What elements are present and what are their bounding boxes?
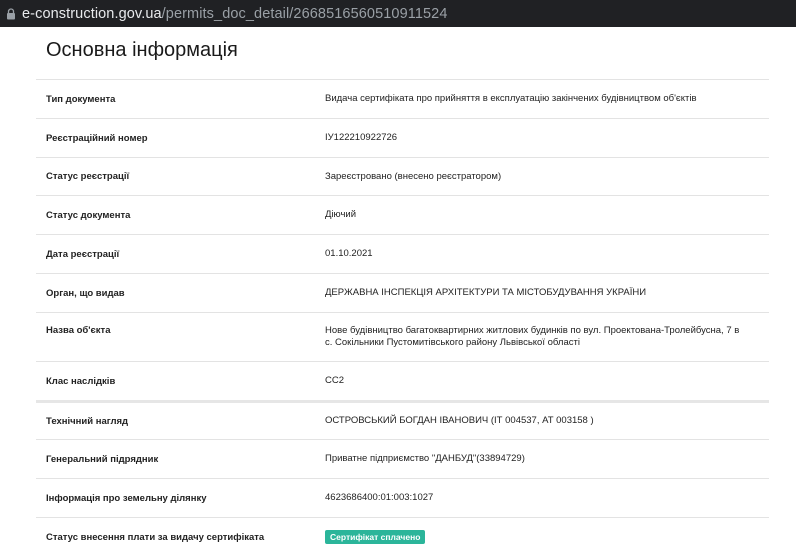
row-value: 01.10.2021 xyxy=(325,248,373,259)
url-host: e-construction.gov.ua xyxy=(22,5,162,22)
row-label: Технічний нагляд xyxy=(46,415,129,427)
row-label: Статус реєстрації xyxy=(46,171,130,182)
table-row: Назва об'єкта Нове будівництво багатоква… xyxy=(36,312,769,361)
table-row: Тип документа Видача сертифіката про при… xyxy=(36,79,769,118)
section-title: Основна інформація xyxy=(46,39,238,61)
row-value: ІУ122210922726 xyxy=(325,132,398,143)
row-label: Реєстраційний номер xyxy=(46,132,148,144)
table-row: Статус документа Діючий xyxy=(36,195,769,234)
row-label: Клас наслідків xyxy=(46,375,116,387)
row-label: Інформація про земельну ділянку xyxy=(46,492,207,504)
row-value: Діючий xyxy=(325,209,357,220)
row-value: 4623686400:01:003:1027 xyxy=(325,492,434,503)
row-value: Нове будівництво багатоквартирних житлов… xyxy=(325,325,740,348)
row-value: Зареєстровано (внесено реєстратором) xyxy=(325,170,502,182)
table-row: Статус внесення плати за видачу сертифік… xyxy=(36,517,769,556)
browser-address-bar[interactable]: e-construction.gov.ua/permits_doc_detail… xyxy=(0,0,796,27)
table-row: Клас наслідків СС2 xyxy=(36,361,769,400)
table-row: Реєстраційний номер ІУ122210922726 xyxy=(36,118,769,157)
info-table: Тип документа Видача сертифіката про при… xyxy=(36,79,769,556)
row-value: Видача сертифіката про прийняття в експл… xyxy=(325,93,697,104)
row-label: Генеральний підрядник xyxy=(46,453,159,465)
row-value: ДЕРЖАВНА ІНСПЕКЦІЯ АРХІТЕКТУРИ ТА МІСТОБ… xyxy=(325,287,647,298)
row-label: Дата реєстрації xyxy=(46,248,120,260)
lock-icon[interactable] xyxy=(6,7,16,20)
row-label: Статус внесення плати за видачу сертифік… xyxy=(46,531,265,543)
table-row: Інформація про земельну ділянку 46236864… xyxy=(36,478,769,517)
row-label: Назва об'єкта xyxy=(46,325,111,336)
table-row: Орган, що видав ДЕРЖАВНА ІНСПЕКЦІЯ АРХІТ… xyxy=(36,273,769,312)
table-row: Генеральний підрядник Приватне підприємс… xyxy=(36,439,769,478)
url-text[interactable]: e-construction.gov.ua/permits_doc_detail… xyxy=(22,6,447,22)
row-label: Статус документа xyxy=(46,209,131,221)
row-value: ОСТРОВСЬКИЙ БОГДАН ІВАНОВИЧ (ІТ 004537, … xyxy=(325,415,594,426)
table-row: Технічний нагляд ОСТРОВСЬКИЙ БОГДАН ІВАН… xyxy=(36,400,769,439)
row-value: Приватне підприємство "ДАНБУД"(33894729) xyxy=(325,453,525,464)
table-row: Дата реєстрації 01.10.2021 xyxy=(36,234,769,273)
row-value: СС2 xyxy=(325,375,345,386)
row-label: Орган, що видав xyxy=(46,287,125,299)
url-path: /permits_doc_detail/2668516560510911524 xyxy=(161,5,448,22)
row-value: Сертифікат сплачено xyxy=(325,530,769,544)
payment-status-badge: Сертифікат сплачено xyxy=(325,530,426,544)
table-row: Статус реєстрації Зареєстровано (внесено… xyxy=(36,157,769,195)
row-label: Тип документа xyxy=(46,93,116,105)
